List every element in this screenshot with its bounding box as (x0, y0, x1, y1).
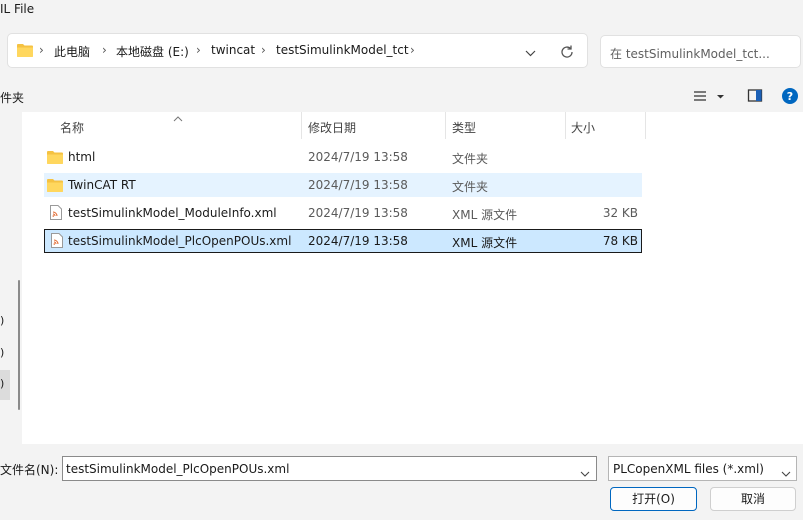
file-row[interactable]: testSimulinkModel_ModuleInfo.xml 2024/7/… (44, 201, 642, 225)
column-divider[interactable] (301, 112, 302, 139)
breadcrumb-twincat[interactable]: twincat (211, 43, 255, 57)
filetype-value: PLCopenXML files (*.xml) (613, 462, 764, 476)
file-name: testSimulinkModel_ModuleInfo.xml (68, 206, 277, 220)
file-row-selected[interactable]: testSimulinkModel_PlcOpenPOUs.xml 2024/7… (44, 229, 642, 253)
help-button[interactable]: ? (781, 87, 799, 108)
nav-scrollbar-thumb[interactable] (18, 280, 20, 410)
file-type: 文件夹 (452, 152, 489, 166)
chevron-right-icon: › (102, 43, 107, 57)
column-header-size[interactable]: 大小 (571, 119, 595, 136)
file-size: 32 KB (602, 206, 638, 220)
breadcrumb-tct[interactable]: testSimulinkModel_tct (276, 43, 409, 57)
file-type: XML 源文件 (452, 208, 518, 222)
breadcrumb-this-pc[interactable]: 此电脑 (54, 43, 90, 60)
column-header-name[interactable]: 名称 (60, 119, 84, 136)
filetype-select[interactable]: PLCopenXML files (*.xml) (608, 456, 797, 481)
file-date: 2024/7/19 13:58 (308, 150, 408, 164)
view-options-button[interactable] (692, 88, 728, 106)
title-bar: IL File (0, 0, 803, 22)
command-bar: 件夹 ? (0, 82, 803, 112)
refresh-icon (561, 45, 573, 58)
chevron-down-icon[interactable] (580, 466, 590, 480)
file-row[interactable]: TwinCAT RT 2024/7/19 13:58 文件夹 (44, 173, 642, 197)
preview-pane-button[interactable] (747, 88, 763, 107)
file-name: html (68, 150, 96, 164)
folder-icon (17, 43, 33, 60)
chevron-down-icon[interactable] (781, 466, 791, 480)
refresh-button[interactable] (555, 40, 579, 64)
navigation-pane[interactable]: ) ) ) (0, 112, 22, 442)
xml-file-icon (50, 205, 62, 223)
history-dropdown-icon[interactable] (525, 46, 536, 60)
folder-icon (47, 150, 63, 167)
folder-icon (47, 178, 63, 195)
file-type: XML 源文件 (452, 236, 518, 250)
nav-item-fragment[interactable]: ) (0, 314, 4, 327)
xml-file-icon (51, 233, 63, 251)
filename-input[interactable]: testSimulinkModel_PlcOpenPOUs.xml (66, 462, 289, 476)
new-folder-label[interactable]: 件夹 (0, 89, 24, 106)
column-header-date[interactable]: 修改日期 (308, 119, 356, 136)
address-bar[interactable]: › 此电脑 › 本地磁盘 (E:) › twincat › testSimuli… (7, 33, 588, 68)
file-name: testSimulinkModel_PlcOpenPOUs.xml (68, 234, 292, 248)
file-size: 78 KB (602, 234, 638, 248)
help-icon: ? (782, 88, 798, 104)
chevron-right-icon: › (39, 43, 44, 57)
search-input[interactable]: 在 testSimulinkModel_tct... (610, 45, 770, 62)
filename-label: 文件名(N): (0, 463, 59, 477)
nav-item-fragment[interactable]: ) (0, 377, 4, 390)
file-list[interactable]: 名称 修改日期 类型 大小 html 2024/7/19 13:58 文件夹 T… (22, 112, 803, 444)
preview-pane-icon (747, 89, 763, 102)
window-title: IL File (0, 2, 35, 16)
file-date: 2024/7/19 13:58 (308, 178, 408, 192)
nav-item-fragment[interactable]: ) (0, 346, 4, 359)
chevron-right-icon: › (261, 43, 266, 57)
column-divider[interactable] (565, 112, 566, 139)
column-divider[interactable] (645, 112, 646, 139)
filename-combobox[interactable]: testSimulinkModel_PlcOpenPOUs.xml (62, 456, 597, 481)
column-header-type[interactable]: 类型 (452, 119, 476, 136)
file-row[interactable]: html 2024/7/19 13:58 文件夹 (44, 145, 642, 169)
column-divider[interactable] (445, 112, 446, 139)
open-button[interactable]: 打开(O) (610, 487, 697, 511)
list-view-icon (694, 91, 724, 101)
sort-up-icon (173, 111, 183, 125)
file-date: 2024/7/19 13:58 (308, 206, 408, 220)
breadcrumb-drive-e[interactable]: 本地磁盘 (E:) (116, 43, 189, 60)
search-box[interactable]: 在 testSimulinkModel_tct... (600, 35, 801, 68)
chevron-right-icon: › (196, 43, 201, 57)
cancel-button[interactable]: 取消 (710, 487, 796, 511)
file-name: TwinCAT RT (68, 178, 136, 192)
svg-text:?: ? (787, 90, 793, 103)
file-date: 2024/7/19 13:58 (308, 234, 408, 248)
file-type: 文件夹 (452, 180, 489, 194)
chevron-right-icon: › (410, 43, 415, 57)
